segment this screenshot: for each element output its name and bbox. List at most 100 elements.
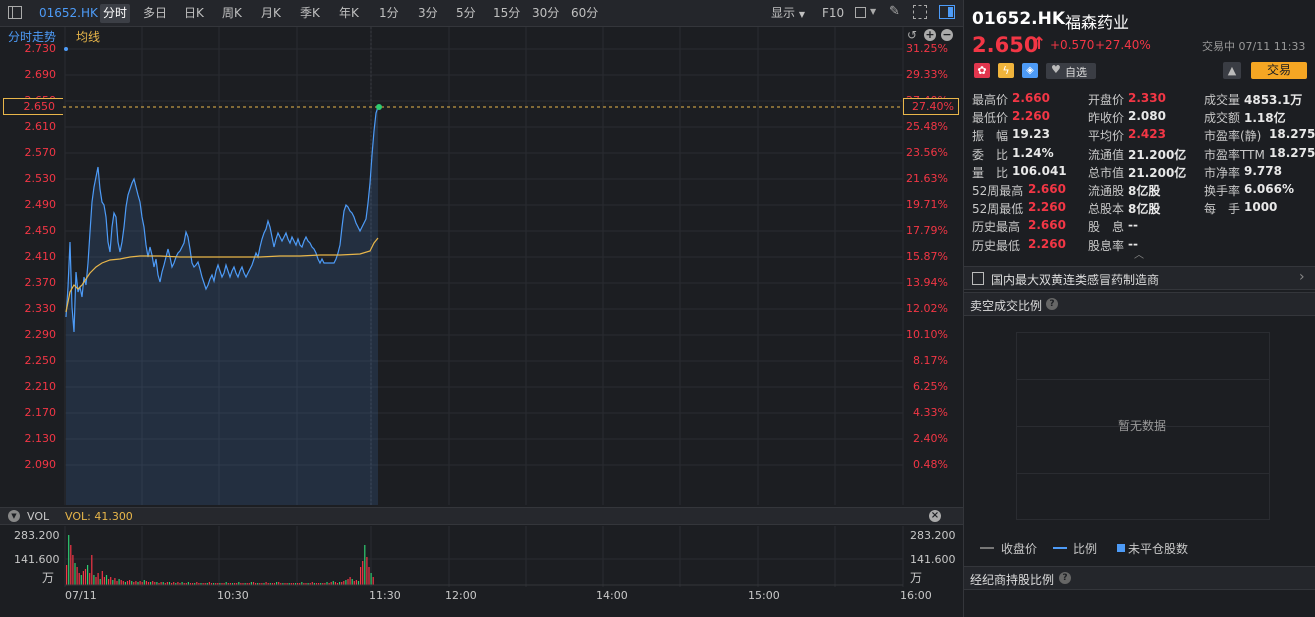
hk-flag-icon: ✿ <box>974 63 990 78</box>
alert-bell-icon[interactable]: ▲ <box>1223 62 1241 79</box>
percent-tick: 25.48% <box>906 120 948 133</box>
stat-value: 2.660 <box>1028 218 1066 233</box>
price-tick: 2.170 <box>24 406 57 419</box>
period-tab-11[interactable]: 30分 <box>529 4 562 23</box>
volume-bar <box>74 563 76 585</box>
period-tab-3[interactable]: 周K <box>219 4 245 23</box>
volume-panel[interactable]: ▼ VOL VOL: 41.300 × 283.200 141.600 万 28… <box>0 507 963 617</box>
price-tick: 2.130 <box>24 432 57 445</box>
volume-bar <box>103 577 105 585</box>
volume-bar <box>80 575 82 585</box>
time-tick: 07/11 <box>65 589 97 602</box>
watchlist-button[interactable]: ♥ 自选 <box>1046 63 1096 79</box>
draw-pen-icon[interactable]: ✎ <box>889 4 900 19</box>
volume-bar <box>97 573 99 585</box>
volume-bar <box>120 580 122 585</box>
stat-label: 市盈率TTM <box>1204 147 1265 162</box>
stat-label: 52周最低 <box>972 202 1024 217</box>
price-tick: 2.450 <box>24 224 57 237</box>
help-icon[interactable]: ? <box>1059 572 1071 584</box>
broker-title: 经纪商持股比例 <box>970 573 1055 587</box>
volume-bar <box>347 579 349 585</box>
trade-button[interactable]: 交易 <box>1251 62 1307 79</box>
volume-bar <box>372 577 374 585</box>
period-tab-7[interactable]: 1分 <box>376 4 402 23</box>
volume-bar <box>72 555 74 585</box>
volume-bar <box>129 580 131 585</box>
stat-label: 振 幅 <box>972 129 1009 144</box>
stat-value: 2.260 <box>1028 236 1066 251</box>
price-chart[interactable]: 分时走势 均线 ↺ + − 2.7302.6902.6502.6102.5702… <box>0 27 963 507</box>
volume-bar <box>139 581 141 585</box>
legend-close-line <box>980 547 994 549</box>
stat-label: 总股本 <box>1088 202 1125 217</box>
stat-label: 历史最低 <box>972 238 1021 253</box>
percent-tick: 23.56% <box>906 146 948 159</box>
period-tab-6[interactable]: 年K <box>336 4 362 23</box>
short-ratio-chart: 暂无数据 <box>1016 332 1270 520</box>
volume-bar <box>78 573 80 585</box>
volume-bar <box>145 581 147 585</box>
quote-code: 01652.HK <box>972 9 1066 29</box>
f10-button[interactable]: F10 <box>819 4 847 23</box>
display-dropdown[interactable]: 显示 ▼ <box>768 4 808 23</box>
last-price-dot <box>376 104 382 110</box>
stat-label: 换手率 <box>1204 184 1241 198</box>
price-tick: 2.610 <box>24 120 57 133</box>
stat-label: 成交额 <box>1204 111 1241 126</box>
stat-value: 2.660 <box>1028 182 1066 196</box>
chart-toolbar: 01652.HK 分时 多日 日K 周K 月K 季K 年K 1分 3分 5分 15分 30分 60分 显… <box>0 0 963 27</box>
stat-label: 市盈率(静) <box>1204 129 1262 144</box>
period-tab-2[interactable]: 日K <box>181 4 207 23</box>
period-tab-8[interactable]: 3分 <box>415 4 441 23</box>
volume-bar <box>143 580 145 585</box>
expand-up-icon[interactable]: ︿ <box>1134 246 1144 261</box>
price-chart-canvas <box>63 27 904 505</box>
caret-down-icon[interactable]: ▼ <box>870 7 876 16</box>
stat-value: 2.660 <box>1012 91 1050 105</box>
period-tab-9[interactable]: 5分 <box>453 4 479 23</box>
chart-type-icon[interactable] <box>855 7 866 18</box>
stat-value: 1.18亿 <box>1244 111 1286 126</box>
short-ratio-title: 卖空成交比例 <box>970 299 1043 313</box>
stat-value: 18.275 <box>1269 127 1315 142</box>
flash-icon[interactable]: ϟ <box>998 63 1014 78</box>
stat-value: 21.200亿 <box>1128 165 1187 180</box>
price-tick: 2.210 <box>24 380 57 393</box>
stat-label: 量 比 <box>972 165 1009 180</box>
period-tab-1[interactable]: 多日 <box>140 4 170 23</box>
volume-bar <box>76 567 78 585</box>
volume-bar <box>343 581 345 585</box>
legend-close-label: 收盘价 <box>1001 542 1038 556</box>
volume-bar <box>68 535 70 585</box>
fullscreen-icon[interactable] <box>913 5 927 19</box>
volume-bar <box>99 579 101 585</box>
short-ratio-legend: 收盘价 比例 未平仓股数 <box>980 540 1310 556</box>
period-tab-4[interactable]: 月K <box>258 4 284 23</box>
panel-layout-icon[interactable] <box>939 5 955 19</box>
display-label: 显示 <box>771 6 796 20</box>
volume-bar <box>70 545 72 585</box>
volume-bar <box>105 575 108 585</box>
volume-bar <box>135 581 137 585</box>
company-desc-row[interactable]: 国内最大双黄连类感冒药制造商 › <box>964 266 1315 290</box>
volume-bar <box>93 575 95 585</box>
legend-open-label: 未平仓股数 <box>1128 542 1189 556</box>
stat-value: 21.200亿 <box>1128 147 1187 162</box>
stat-label: 股 息 <box>1088 220 1125 235</box>
period-tab-10[interactable]: 15分 <box>490 4 523 23</box>
volume-bar <box>116 581 118 585</box>
stock-code-label[interactable]: 01652.HK <box>36 4 101 23</box>
sidebar-toggle-icon[interactable] <box>8 6 22 19</box>
help-icon[interactable]: ? <box>1046 298 1058 310</box>
period-tab-0[interactable]: 分时 <box>100 4 131 23</box>
period-tab-12[interactable]: 60分 <box>568 4 601 23</box>
tag-icon[interactable]: ◈ <box>1022 63 1038 78</box>
stat-label: 委 比 <box>972 147 1009 162</box>
volume-bar <box>126 581 129 585</box>
quote-name: 福森药业 <box>1065 13 1130 32</box>
quote-change-pct: +27.40% <box>1095 38 1151 52</box>
broker-header: 经纪商持股比例 ? <box>964 566 1315 590</box>
period-tab-5[interactable]: 季K <box>297 4 323 23</box>
volume-bar <box>355 580 357 585</box>
